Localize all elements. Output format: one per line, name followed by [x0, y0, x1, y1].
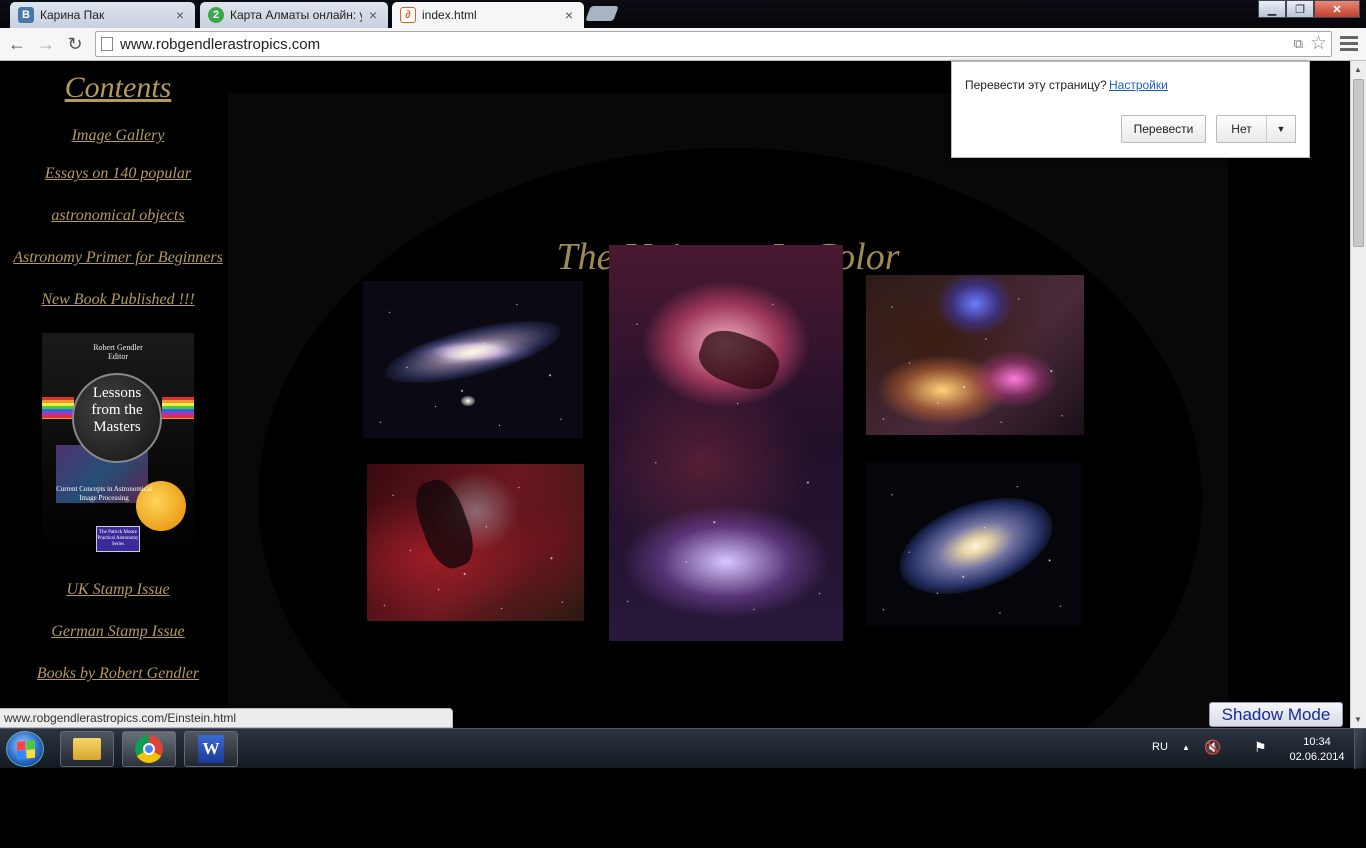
explorer-taskbar-button[interactable] — [60, 731, 114, 767]
sidebar: Contents Image Gallery Essays on 140 pop… — [0, 61, 236, 728]
language-indicator[interactable]: RU — [1152, 741, 1168, 753]
tab-strip: B Карина Пак × 2 Карта Алматы онлайн: ул… — [0, 0, 1366, 28]
stars — [866, 462, 1082, 626]
series-badge: The Patrick Moore Practical Astronomy Se… — [96, 526, 140, 552]
link-astronomy-primer[interactable]: Astronomy Primer for Beginners — [0, 249, 236, 267]
translate-question: Перевести эту страницу? — [965, 78, 1107, 92]
close-tab-icon[interactable]: × — [173, 7, 187, 23]
tab-index[interactable]: ∂ index.html × — [392, 2, 584, 28]
tab-2gis[interactable]: 2 Карта Алматы онлайн: ул × — [200, 2, 388, 28]
red-nebula-photo[interactable] — [367, 464, 584, 621]
back-button[interactable]: ← — [5, 32, 29, 56]
clock-date: 02.06.2014 — [1289, 751, 1345, 763]
translate-settings-link[interactable]: Настройки — [1109, 78, 1168, 92]
page-icon — [101, 37, 113, 51]
clock[interactable]: 10:34 02.06.2014 — [1286, 735, 1348, 765]
action-center-flag-icon[interactable]: ⚑ — [1254, 739, 1267, 756]
close-tab-icon[interactable]: × — [366, 7, 380, 23]
tab-title: index.html — [422, 8, 477, 22]
minimize-button[interactable]: ▁ — [1258, 0, 1286, 18]
translate-button[interactable]: Перевести — [1121, 115, 1206, 143]
scrollbar-thumb[interactable] — [1353, 79, 1364, 247]
spectrum-decoration — [162, 397, 194, 419]
rho-ophiuchi-photo[interactable] — [866, 275, 1084, 435]
no-button[interactable]: Нет — [1216, 115, 1267, 143]
scroll-down-icon[interactable]: ▼ — [1354, 715, 1362, 724]
book-cover-image[interactable]: Robert Gendler Editor Lessons from the M… — [42, 333, 194, 555]
link-astronomical-objects[interactable]: astronomical objects — [0, 207, 236, 225]
stars — [866, 275, 1084, 435]
link-books-by-gendler[interactable]: Books by Robert Gendler — [0, 665, 236, 683]
maximize-button[interactable]: ❐ — [1286, 0, 1314, 18]
close-tab-icon[interactable]: × — [562, 7, 576, 23]
window-controls: ▁ ❐ ✕ — [1258, 0, 1360, 18]
spiral-galaxy-photo[interactable] — [866, 462, 1082, 626]
windows-logo-icon — [17, 740, 35, 760]
windows-taskbar: W RU ▲ 🔇 ⚑ 10:34 02.06.2014 — [0, 728, 1366, 769]
new-tab-button[interactable] — [585, 6, 619, 21]
reload-button[interactable]: ↻ — [63, 32, 87, 56]
clock-time: 10:34 — [1303, 736, 1331, 748]
word-taskbar-button[interactable]: W — [184, 731, 238, 767]
folder-icon — [73, 738, 101, 760]
browser-toolbar: ← → ↻ www.robgendlerastropics.com ⧉ ☆ — [0, 28, 1366, 61]
vertical-scrollbar[interactable]: ▲ ▼ — [1350, 61, 1366, 728]
orion-nebula-photo[interactable] — [609, 245, 843, 641]
url-text[interactable]: www.robgendlerastropics.com — [120, 36, 320, 53]
book-editor: Robert Gendler Editor — [93, 343, 143, 361]
chrome-icon — [135, 735, 163, 763]
stars — [609, 245, 843, 641]
2gis-icon: 2 — [208, 7, 224, 23]
stars — [367, 464, 584, 621]
chevron-down-icon[interactable]: ▼ — [1266, 115, 1296, 143]
show-desktop-button[interactable] — [1354, 729, 1366, 769]
start-button[interactable] — [6, 731, 44, 767]
tab-title: Карина Пак — [40, 8, 105, 22]
link-essays[interactable]: Essays on 140 popular — [0, 165, 236, 183]
book-subtitle: Current Concepts in Astronomical Image P… — [56, 485, 152, 502]
translate-icon[interactable]: ⧉ — [1294, 36, 1303, 52]
volume-muted-icon[interactable]: 🔇 — [1204, 739, 1221, 756]
chrome-taskbar-button[interactable] — [122, 731, 176, 767]
link-image-gallery[interactable]: Image Gallery — [0, 127, 236, 145]
tab-title: Карта Алматы онлайн: ул — [230, 8, 362, 22]
stars — [363, 281, 583, 438]
forward-button[interactable]: → — [34, 32, 58, 56]
scroll-up-icon[interactable]: ▲ — [1354, 65, 1362, 74]
spectrum-decoration — [42, 397, 74, 419]
close-window-button[interactable]: ✕ — [1314, 0, 1360, 18]
bookmark-star-icon[interactable]: ☆ — [1310, 32, 1327, 55]
tab-vk[interactable]: B Карина Пак × — [10, 2, 195, 28]
link-german-stamp[interactable]: German Stamp Issue — [0, 623, 236, 641]
word-icon: W — [198, 735, 224, 763]
book-title: Lessons from the Masters — [91, 385, 143, 435]
link-uk-stamp[interactable]: UK Stamp Issue — [0, 581, 236, 599]
chrome-menu-button[interactable] — [1340, 36, 1358, 54]
show-hidden-icons[interactable]: ▲ — [1182, 743, 1190, 752]
andromeda-galaxy-photo[interactable] — [363, 281, 583, 438]
status-bubble: www.robgendlerastropics.com/Einstein.htm… — [0, 708, 453, 728]
translate-popup: Перевести эту страницу? Настройки Переве… — [951, 61, 1310, 158]
vk-icon: B — [18, 7, 34, 23]
address-bar[interactable]: www.robgendlerastropics.com ⧉ ☆ — [95, 31, 1332, 57]
link-new-book[interactable]: New Book Published !!! — [0, 291, 236, 309]
shadow-mode-button[interactable]: Shadow Mode — [1209, 702, 1343, 727]
contents-heading-link[interactable]: Contents — [0, 71, 236, 105]
page-icon: ∂ — [400, 7, 416, 23]
